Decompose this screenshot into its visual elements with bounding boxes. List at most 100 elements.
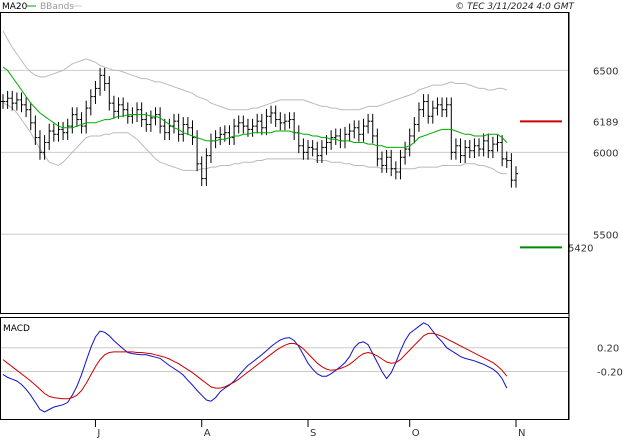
price-bar bbox=[509, 153, 514, 188]
price-bar bbox=[347, 123, 352, 142]
price-bar bbox=[65, 118, 70, 141]
price-bar bbox=[269, 105, 274, 124]
price-bar bbox=[329, 130, 334, 150]
price-bar bbox=[444, 97, 449, 118]
support-label: 5420 bbox=[568, 243, 593, 254]
price-bar bbox=[310, 140, 315, 157]
ma20-line bbox=[2, 66, 508, 148]
price-bar bbox=[232, 118, 237, 145]
price-bar bbox=[287, 112, 292, 129]
price-bar bbox=[375, 128, 380, 167]
price-bar bbox=[384, 149, 389, 173]
price-bar bbox=[181, 117, 186, 142]
price-bar bbox=[84, 100, 89, 134]
price-bar bbox=[213, 130, 218, 149]
price-bar bbox=[356, 120, 361, 142]
price-bar bbox=[333, 128, 338, 145]
bbands-lower-line bbox=[2, 102, 507, 175]
macd-line bbox=[2, 322, 508, 413]
price-bar bbox=[79, 112, 84, 134]
price-bar bbox=[102, 67, 107, 91]
price-bar bbox=[430, 100, 435, 124]
price-bar bbox=[403, 141, 408, 165]
price-bar bbox=[42, 135, 47, 160]
price-bar bbox=[148, 110, 153, 132]
x-tick-label: N bbox=[518, 428, 525, 439]
price-bar bbox=[398, 149, 403, 180]
price-bar bbox=[218, 126, 223, 145]
stock-chart: MA20 BBands © TEC 3/11/2024 4:0 GMT 6189… bbox=[0, 2, 623, 439]
x-tick-label: S bbox=[310, 428, 316, 439]
price-bar bbox=[88, 89, 93, 116]
x-axis: JASON bbox=[94, 420, 525, 439]
signal-line bbox=[2, 332, 508, 400]
price-bar bbox=[472, 138, 477, 159]
price-bar bbox=[379, 151, 384, 173]
price-bar bbox=[1, 94, 5, 109]
price-bar bbox=[370, 113, 375, 144]
price-tick-label: 6000 bbox=[593, 148, 618, 159]
price-bar bbox=[135, 102, 140, 123]
price-bar bbox=[264, 108, 269, 136]
price-bar bbox=[37, 130, 42, 160]
x-tick-label: J bbox=[96, 428, 100, 439]
price-bar bbox=[421, 94, 426, 118]
macd-grid bbox=[1, 347, 568, 372]
price-grid bbox=[1, 69, 568, 235]
price-bar bbox=[236, 115, 241, 134]
price-bar bbox=[33, 115, 38, 145]
ma20-polyline bbox=[2, 66, 508, 148]
price-bar bbox=[440, 97, 445, 118]
price-bar bbox=[352, 120, 357, 139]
price-bar bbox=[306, 140, 311, 160]
price-bar bbox=[259, 113, 264, 136]
price-bar bbox=[255, 113, 260, 134]
price-bar bbox=[273, 105, 278, 127]
price-bar bbox=[14, 92, 19, 111]
price-bar bbox=[453, 138, 458, 160]
price-bar bbox=[208, 133, 213, 163]
price-bar bbox=[301, 138, 306, 160]
price-bar bbox=[481, 133, 486, 157]
price-bar bbox=[514, 166, 518, 188]
price-bar bbox=[338, 128, 343, 149]
price-bar bbox=[319, 140, 324, 163]
price-bar bbox=[463, 140, 468, 163]
price-bar bbox=[361, 118, 366, 142]
price-bar bbox=[19, 92, 24, 113]
x-tick-label: O bbox=[412, 428, 420, 439]
price-bars bbox=[1, 67, 518, 188]
copyright-text: © TEC 3/11/2024 4:0 GMT bbox=[455, 2, 575, 12]
macd-title: MACD bbox=[3, 324, 30, 334]
price-bar bbox=[426, 94, 431, 124]
price-bar bbox=[282, 113, 287, 131]
price-bar bbox=[486, 133, 491, 159]
price-tick-label: 6500 bbox=[593, 66, 618, 77]
price-bar bbox=[389, 149, 394, 177]
macd-tick-label: 0.20 bbox=[597, 344, 619, 355]
price-bar bbox=[125, 102, 130, 124]
price-bar bbox=[158, 107, 163, 134]
price-bar bbox=[74, 107, 79, 127]
price-bar bbox=[24, 97, 29, 118]
macd-y-axis: 0.20 -0.20 bbox=[597, 344, 623, 379]
price-bar bbox=[121, 97, 126, 118]
x-tick-label: A bbox=[204, 428, 211, 439]
price-bar bbox=[435, 97, 440, 116]
price-bar bbox=[130, 107, 135, 124]
price-bar bbox=[477, 138, 482, 157]
price-bar bbox=[278, 112, 283, 131]
price-bar bbox=[28, 102, 33, 131]
price-bar bbox=[51, 123, 56, 142]
price-bar bbox=[70, 107, 75, 134]
price-bar bbox=[172, 113, 176, 134]
ma20-legend-label: MA20 bbox=[2, 2, 28, 12]
price-bar bbox=[292, 112, 297, 141]
price-tick-label: 5500 bbox=[593, 230, 618, 241]
price-bar bbox=[343, 126, 347, 149]
bbands-legend-label: BBands bbox=[40, 2, 74, 12]
macd-panel-border bbox=[0, 317, 569, 420]
price-bar bbox=[204, 148, 209, 186]
price-bar bbox=[176, 113, 181, 142]
price-y-axis: 5500 6000 6500 bbox=[593, 66, 618, 241]
